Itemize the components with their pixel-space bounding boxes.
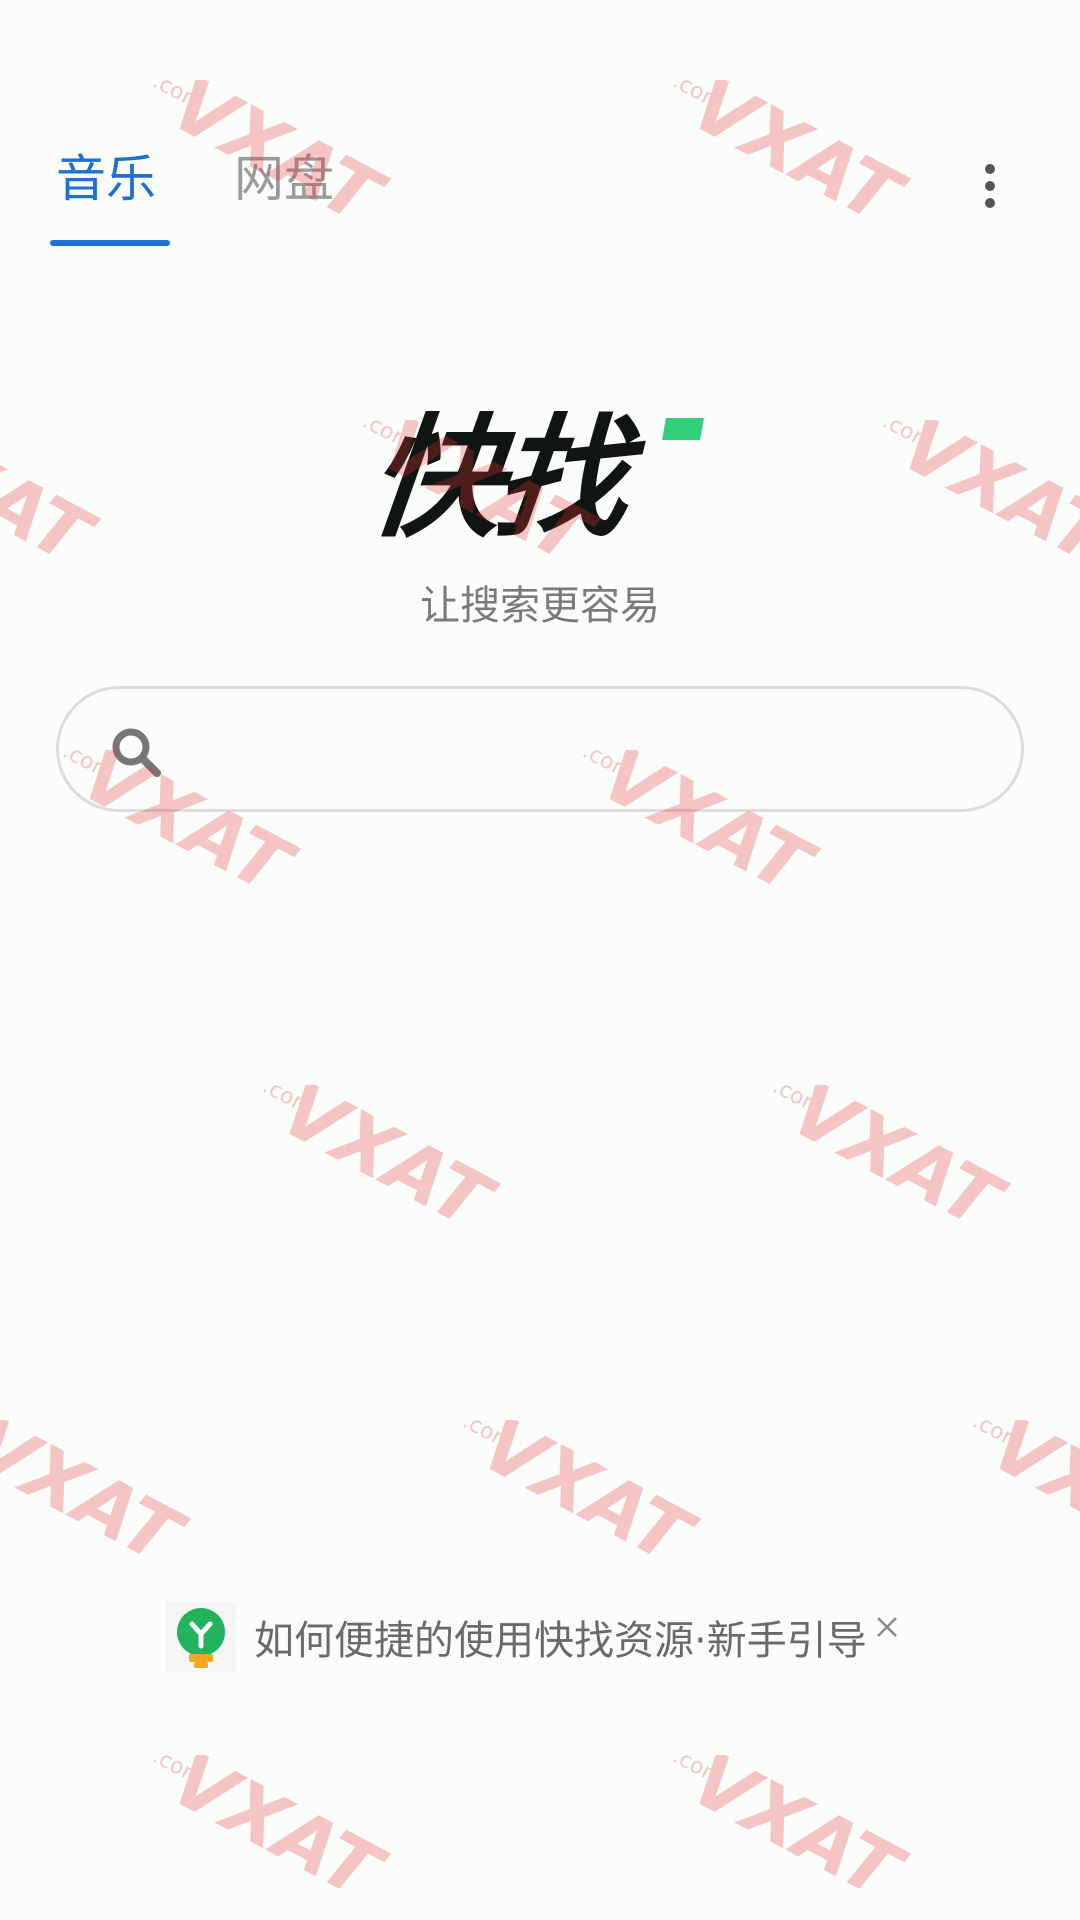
svg-text:VXAT: VXAT <box>677 80 918 240</box>
svg-text:.com: .com <box>768 1085 827 1121</box>
app-screen: 音乐 网盘 快找 让搜索更容易 如何便捷的使用快找资源·新手引导 .com VX… <box>0 0 1080 1920</box>
logo-text: 快找 <box>361 402 631 556</box>
more-options-icon[interactable] <box>968 158 1012 214</box>
search-input[interactable] <box>189 713 993 787</box>
svg-text:.com: .com <box>968 1420 1027 1456</box>
watermark-stamp: .comVXAT <box>668 80 918 240</box>
svg-text:VXAT: VXAT <box>977 1420 1080 1580</box>
watermark-stamp: .comVXAT <box>768 1085 1018 1245</box>
svg-text:VXAT: VXAT <box>467 1420 708 1580</box>
search-icon <box>112 728 161 777</box>
active-tab-indicator <box>50 240 170 246</box>
svg-text:VXAT: VXAT <box>0 420 109 580</box>
app-logo: 快找 <box>362 402 710 556</box>
svg-text:.com: .com <box>148 80 207 116</box>
svg-text:VXAT: VXAT <box>0 1420 199 1580</box>
watermark-stamp: .comVXAT <box>148 1755 398 1915</box>
dot <box>985 181 995 191</box>
svg-text:.com: .com <box>258 1085 317 1121</box>
guide-text: 如何便捷的使用快找资源·新手引导 <box>254 1618 867 1664</box>
tab-music[interactable]: 音乐 <box>56 148 156 210</box>
svg-text:VXAT: VXAT <box>777 1085 1018 1245</box>
dot <box>985 164 995 174</box>
svg-text:VXAT: VXAT <box>157 1755 398 1915</box>
watermark-stamp: .comVXAT <box>0 420 109 580</box>
svg-text:.com: .com <box>668 1755 727 1791</box>
watermark-stamp: .comVXAT <box>1060 750 1080 910</box>
watermark-stamp: .comVXAT <box>458 1420 708 1580</box>
dot <box>985 198 995 208</box>
svg-text:.com: .com <box>458 1420 517 1456</box>
svg-text:VXAT: VXAT <box>887 420 1080 580</box>
watermark-stamp: .comVXAT <box>968 1420 1080 1580</box>
logo-accent <box>662 418 704 440</box>
close-icon[interactable] <box>872 1612 902 1642</box>
tagline: 让搜索更容易 <box>420 583 660 629</box>
svg-text:VXAT: VXAT <box>677 1755 918 1915</box>
search-box[interactable] <box>56 686 1024 812</box>
watermark-stamp: .comVXAT <box>0 1420 199 1580</box>
watermark-stamp: .comVXAT <box>878 420 1080 580</box>
svg-text:.com: .com <box>148 1755 207 1791</box>
svg-text:.com: .com <box>0 1420 8 1456</box>
watermark-stamp: .comVXAT <box>258 1085 508 1245</box>
watermark-stamp: .comVXAT <box>668 1755 918 1915</box>
lightbulb-icon <box>166 1602 236 1672</box>
tab-netdisk[interactable]: 网盘 <box>234 148 334 210</box>
svg-text:.com: .com <box>878 420 937 456</box>
svg-text:.com: .com <box>668 80 727 116</box>
svg-text:VXAT: VXAT <box>267 1085 508 1245</box>
newbie-guide-banner[interactable]: 如何便捷的使用快找资源·新手引导 <box>166 1600 867 1674</box>
